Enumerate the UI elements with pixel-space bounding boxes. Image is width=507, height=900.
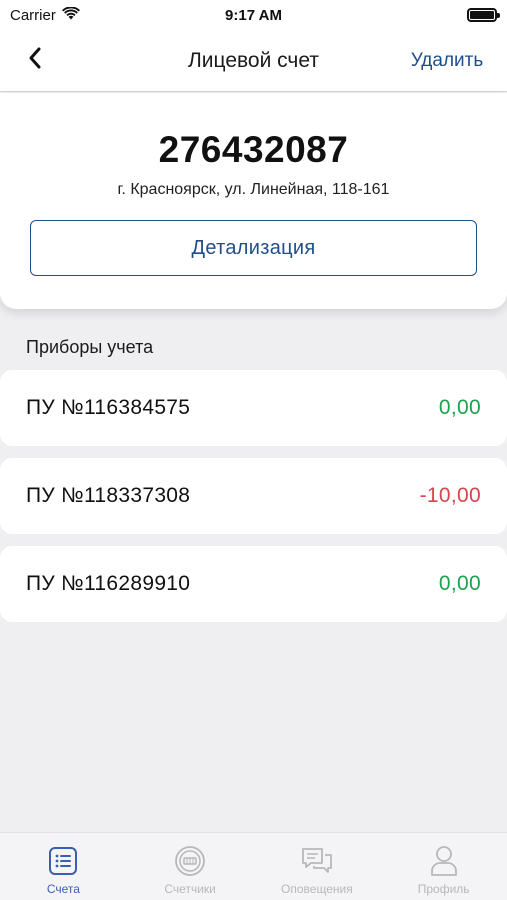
meter-row[interactable]: ПУ №118337308 -10,00 — [0, 458, 507, 534]
battery-icon — [467, 8, 500, 22]
tab-accounts[interactable]: Счета — [0, 833, 127, 900]
chat-bubbles-icon — [300, 844, 334, 878]
meter-row[interactable]: ПУ №116384575 0,00 — [0, 370, 507, 446]
navigation-bar: Лицевой счет Удалить — [0, 30, 507, 92]
chevron-left-icon — [28, 47, 42, 74]
tab-notifications[interactable]: Оповещения — [254, 833, 381, 900]
tab-label: Счета — [46, 882, 80, 896]
list-icon — [46, 844, 80, 878]
account-number: 276432087 — [158, 129, 349, 170]
wifi-icon — [61, 5, 80, 24]
meter-name: ПУ №116289910 — [26, 572, 191, 595]
delete-button[interactable]: Удалить — [397, 50, 507, 72]
meter-name: ПУ №118337308 — [26, 484, 191, 507]
status-bar: Carrier 9:17 AM — [0, 0, 507, 30]
meter-value: -10,00 — [419, 484, 481, 507]
account-address: г. Красноярск, ул. Линейная, 118-161 — [117, 181, 390, 198]
meter-row[interactable]: ПУ №116289910 0,00 — [0, 546, 507, 622]
details-button[interactable]: Детализация — [30, 220, 477, 276]
tab-label: Профиль — [417, 882, 470, 896]
meter-value: 0,00 — [438, 572, 481, 595]
tab-label: Счетчики — [164, 882, 216, 896]
meters-section-title: Приборы учета — [26, 337, 154, 357]
carrier-label: Carrier — [10, 6, 56, 24]
status-right — [317, 8, 500, 22]
meter-icon — [173, 844, 207, 878]
status-time: 9:17 AM — [225, 6, 282, 24]
meter-name: ПУ №116384575 — [26, 396, 191, 419]
back-button[interactable] — [0, 30, 70, 92]
page-title: Лицевой счет — [188, 48, 319, 72]
status-left: Carrier — [10, 5, 190, 24]
tab-profile[interactable]: Профиль — [380, 833, 507, 900]
meter-value: 0,00 — [438, 396, 481, 419]
tab-label: Оповещения — [281, 882, 353, 896]
account-card: 276432087 г. Красноярск, ул. Линейная, 1… — [0, 93, 507, 309]
person-icon — [427, 844, 461, 878]
tab-meters[interactable]: Счетчики — [127, 833, 254, 900]
tab-bar: Счета Счетчики Оповещения Профиль — [0, 832, 507, 900]
